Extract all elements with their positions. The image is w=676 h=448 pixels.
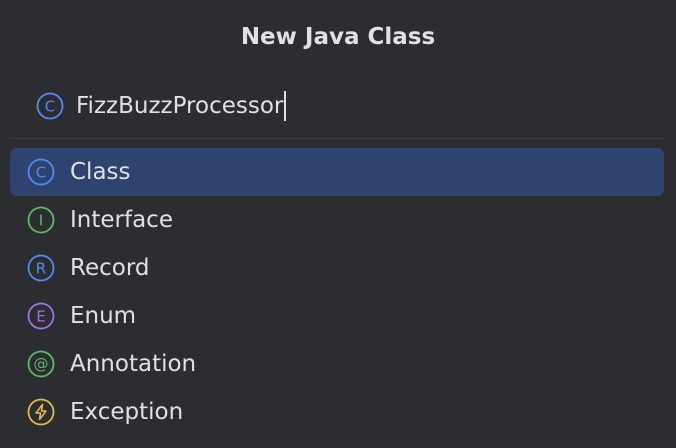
kind-item-record[interactable]: R Record <box>10 244 664 292</box>
class-icon: C <box>36 92 64 120</box>
kind-item-annotation[interactable]: @ Annotation <box>10 340 664 388</box>
annotation-icon: @ <box>27 350 55 378</box>
class-icon: C <box>27 158 55 186</box>
dialog-title: New Java Class <box>240 24 436 50</box>
class-name-row: C FizzBuzzProcessor <box>10 82 666 128</box>
kind-list: C Class I Interface R Record E Enum @ An… <box>10 148 664 436</box>
new-java-class-dialog: New Java Class C FizzBuzzProcessor C Cla… <box>0 0 676 448</box>
kind-label: Enum <box>70 303 137 329</box>
kind-label: Record <box>70 255 150 281</box>
kind-label: Exception <box>70 399 184 425</box>
svg-text:C: C <box>36 164 46 182</box>
svg-text:E: E <box>36 308 45 326</box>
class-name-input[interactable]: FizzBuzzProcessor <box>70 86 656 126</box>
enum-icon: E <box>27 302 55 330</box>
kind-item-interface[interactable]: I Interface <box>10 196 664 244</box>
kind-item-exception[interactable]: Exception <box>10 388 664 436</box>
divider <box>10 138 666 139</box>
record-icon: R <box>27 254 55 282</box>
class-name-value: FizzBuzzProcessor <box>76 93 284 119</box>
kind-item-enum[interactable]: E Enum <box>10 292 664 340</box>
interface-icon: I <box>27 206 55 234</box>
svg-text:@: @ <box>34 355 49 373</box>
text-caret <box>284 91 287 121</box>
kind-label: Interface <box>70 207 173 233</box>
svg-text:I: I <box>39 212 43 230</box>
kind-item-class[interactable]: C Class <box>10 148 664 196</box>
svg-text:R: R <box>36 260 46 278</box>
svg-text:C: C <box>45 98 55 116</box>
kind-label: Class <box>70 159 131 185</box>
exception-icon <box>27 398 55 426</box>
kind-label: Annotation <box>70 351 197 377</box>
